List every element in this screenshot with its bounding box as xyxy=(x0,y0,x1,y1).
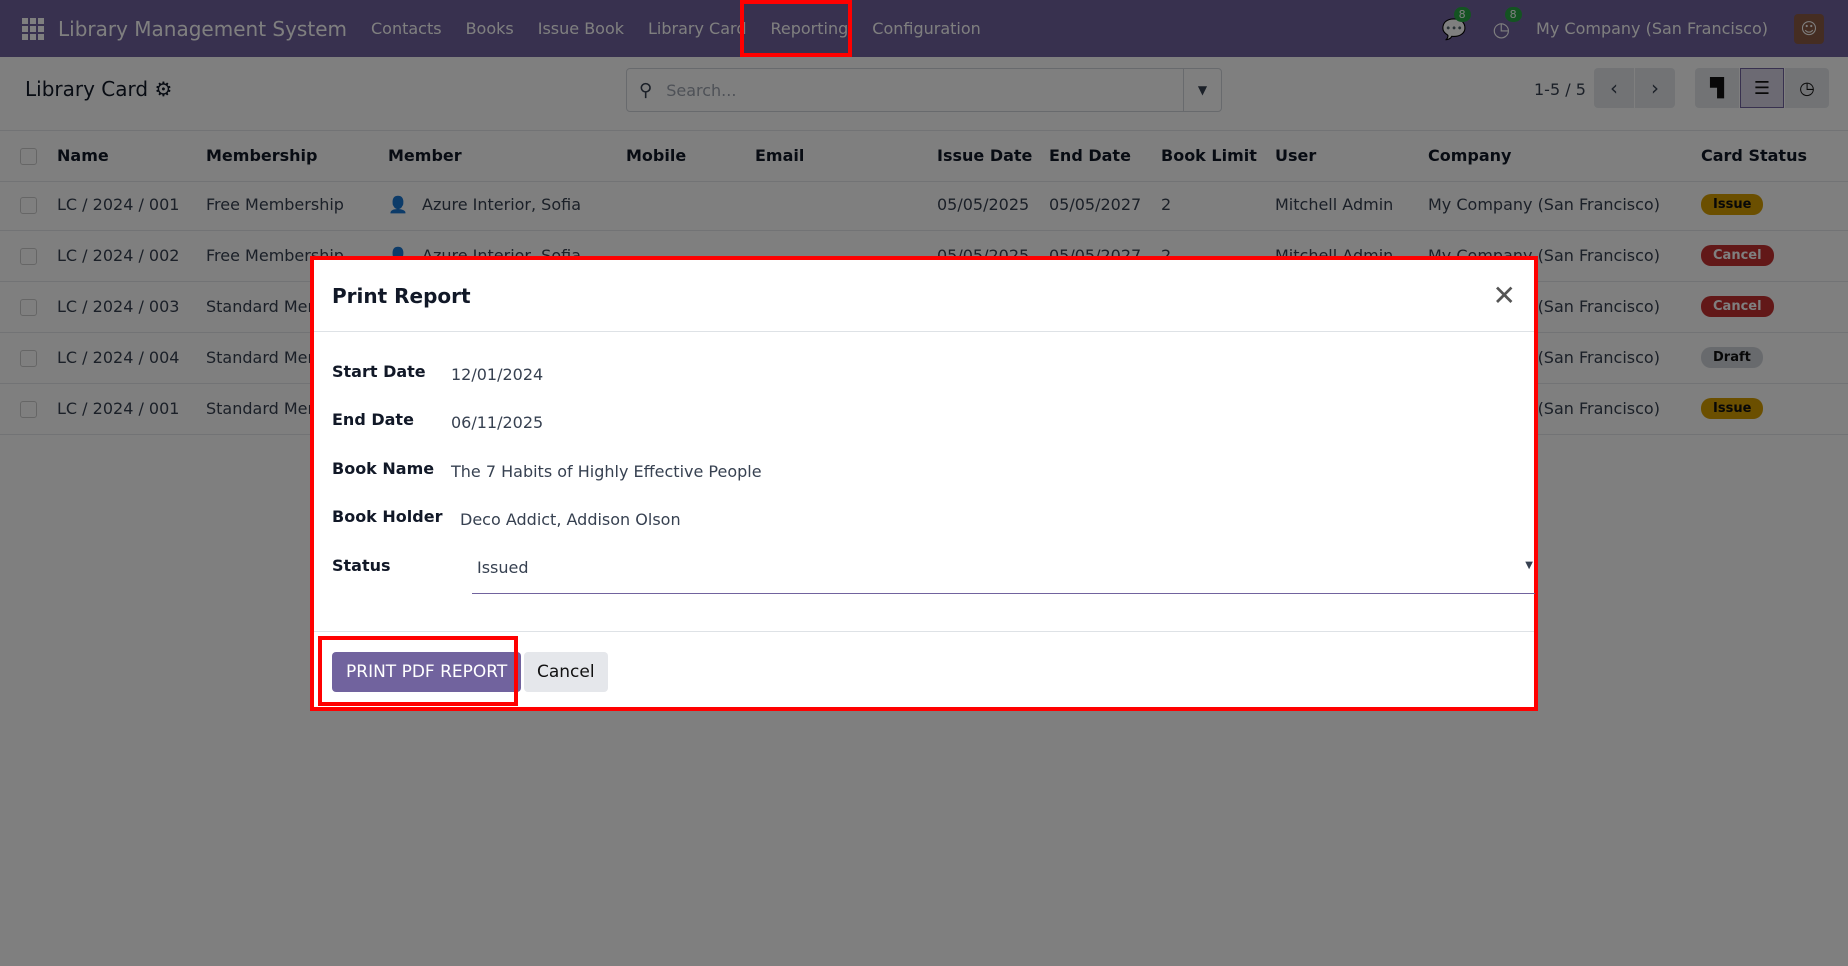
start-date-input[interactable]: 12/01/2024 xyxy=(451,365,543,384)
book-holder-input[interactable]: Deco Addict, Addison Olson xyxy=(460,510,681,529)
end-date-input[interactable]: 06/11/2025 xyxy=(451,413,543,432)
cancel-button[interactable]: Cancel xyxy=(524,652,608,692)
field-label: Start Date xyxy=(332,362,426,381)
dialog-footer: PRINT PDF REPORT Cancel xyxy=(314,631,1534,711)
status-value: Issued xyxy=(477,558,529,577)
status-select[interactable]: Issued ▼ xyxy=(472,556,1535,594)
close-icon[interactable]: ✕ xyxy=(1493,279,1516,312)
field-label: Status xyxy=(332,556,391,575)
print-report-dialog: Print Report ✕ Start Date 12/01/2024 End … xyxy=(310,256,1538,711)
book-name-input[interactable]: The 7 Habits of Highly Effective People xyxy=(451,462,762,481)
field-label: Book Holder xyxy=(332,507,443,526)
print-pdf-report-button[interactable]: PRINT PDF REPORT xyxy=(332,652,522,692)
dialog-header: Print Report ✕ xyxy=(314,260,1534,332)
dialog-title: Print Report xyxy=(332,283,471,308)
chevron-down-icon: ▼ xyxy=(1525,560,1533,571)
field-label: End Date xyxy=(332,410,414,429)
field-label: Book Name xyxy=(332,459,435,478)
